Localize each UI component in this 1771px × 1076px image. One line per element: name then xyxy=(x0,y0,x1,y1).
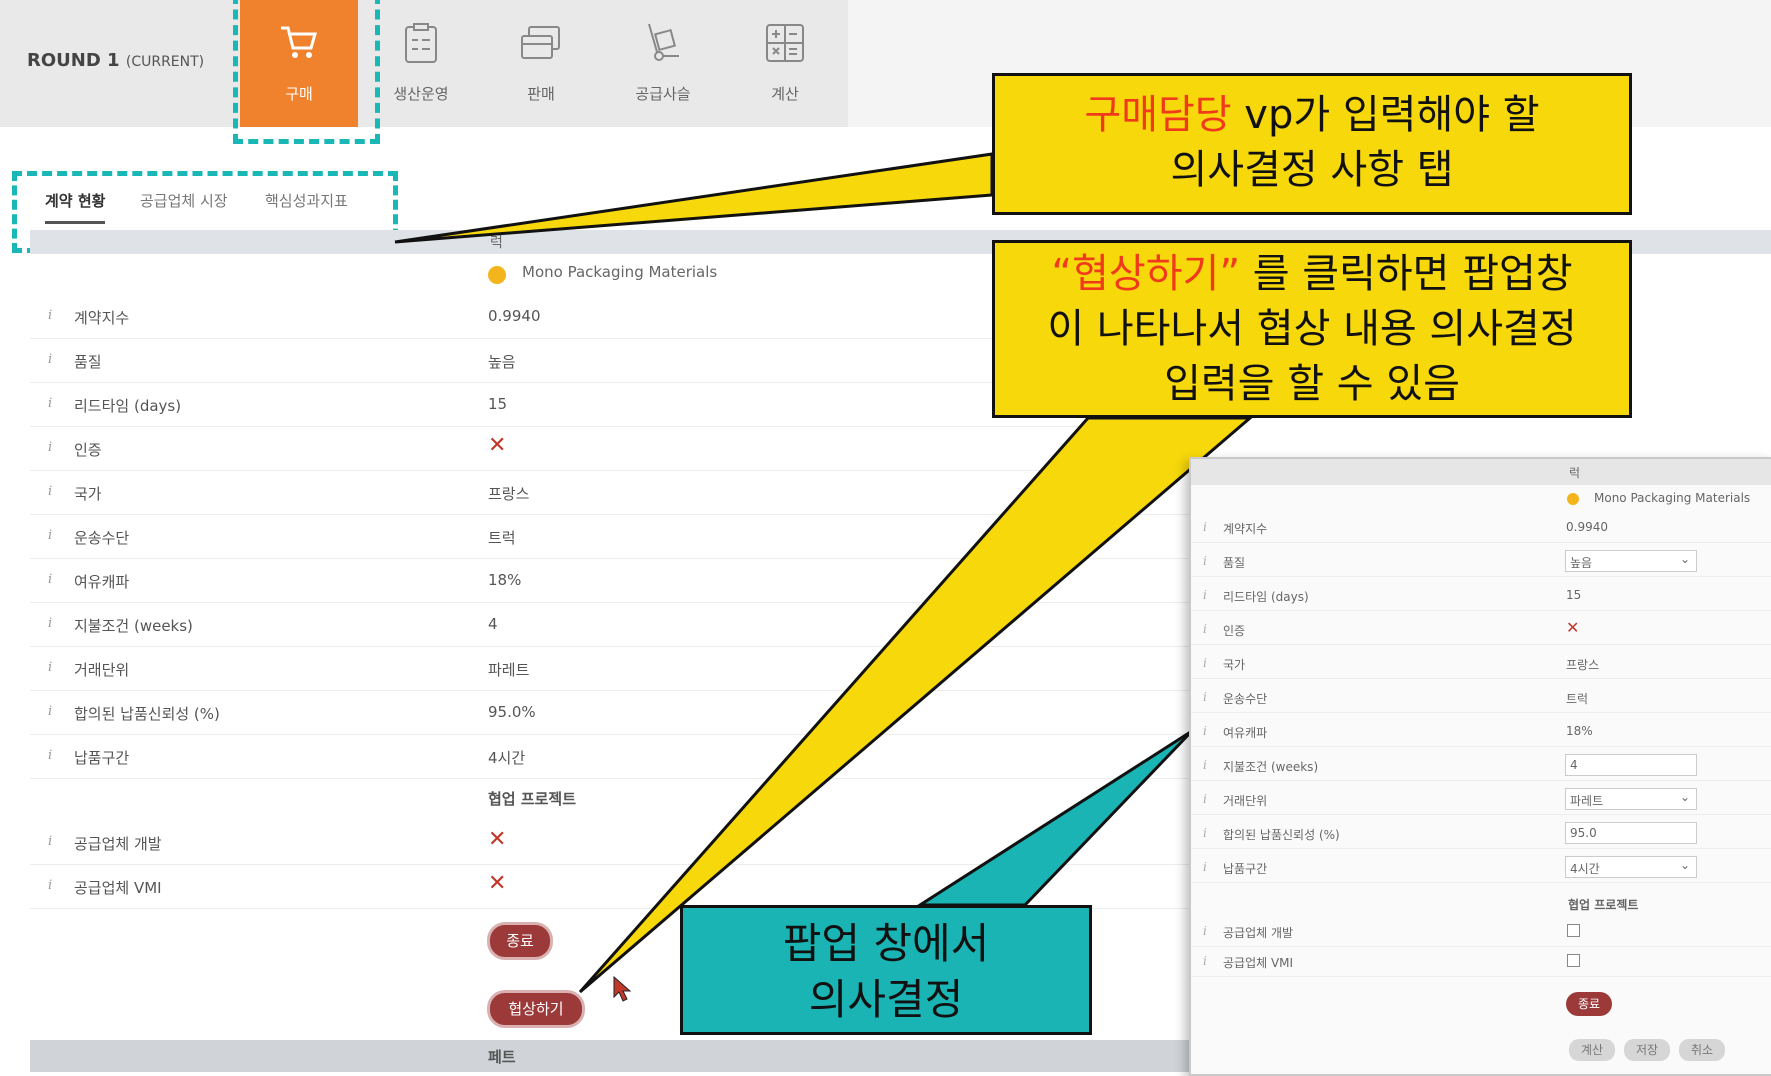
popup-save-button[interactable]: 저장 xyxy=(1624,1039,1670,1061)
popup-lightbulb-icon xyxy=(1567,493,1579,505)
popup-select[interactable]: 4시간 ⌄ xyxy=(1565,856,1697,878)
chevron-down-icon: ⌄ xyxy=(1679,552,1690,566)
popup-row-value: ✕ xyxy=(1566,618,1580,637)
popup-collab-label: 공급업체 개발 xyxy=(1223,926,1294,940)
info-icon: i xyxy=(1203,860,1207,874)
popup-row-value: 0.9940 xyxy=(1566,520,1608,534)
popup-end-button[interactable]: 종료 xyxy=(1566,992,1612,1016)
mid-callout-red: “협상하기” xyxy=(1051,251,1241,297)
top-callout: 구매담당 vp가 입력해야 할 의사결정 사항 탭 xyxy=(992,73,1632,215)
popup-row: i 인증 ✕ xyxy=(1191,614,1771,645)
popup-row-label: 리드타임 (days) xyxy=(1223,590,1309,604)
popup-row: i 납품구간 4시간 ⌄ xyxy=(1191,852,1771,883)
popup-row-value: 트럭 xyxy=(1566,692,1589,706)
chevron-down-icon: ⌄ xyxy=(1679,790,1690,804)
top-callout-red: 구매담당 xyxy=(1084,92,1232,138)
mid-callout-line3: 입력을 할 수 있음 xyxy=(1164,361,1460,407)
supplier-development-checkbox[interactable] xyxy=(1567,924,1580,937)
info-icon: i xyxy=(1203,758,1207,772)
popup-header: 럭 xyxy=(1191,459,1771,485)
info-icon: i xyxy=(1203,656,1207,670)
popup-row-label: 운송수단 xyxy=(1223,692,1268,706)
popup-row: i 계약지수 0.9940 xyxy=(1191,512,1771,543)
popup-input[interactable]: 95.0 xyxy=(1565,822,1697,844)
popup-select-value: 높음 xyxy=(1570,556,1593,570)
popup-row-value: 15 xyxy=(1566,588,1582,602)
popup-row: i 국가 프랑스 xyxy=(1191,648,1771,679)
info-icon: i xyxy=(1203,792,1207,806)
popup-row: i 거래단위 파레트 ⌄ xyxy=(1191,784,1771,815)
popup-row: i 지불조건 (weeks) 4 xyxy=(1191,750,1771,781)
info-icon: i xyxy=(1203,520,1207,534)
popup-select-value: 파레트 xyxy=(1570,794,1604,808)
popup-row: i 운송수단 트럭 xyxy=(1191,682,1771,713)
popup-collab-section-title: 협업 프로젝트 xyxy=(1568,898,1639,912)
teal-callout-line1: 팝업 창에서 xyxy=(782,919,990,968)
supplier-vmi-checkbox[interactable] xyxy=(1567,954,1580,967)
negotiation-popup: 럭 Mono Packaging Materials i 계약지수 0.9940 i 품… xyxy=(1189,457,1771,1076)
top-callout-pointer xyxy=(394,152,994,244)
mid-callout-line2: 이 나타나서 협상 내용 의사결정 xyxy=(1047,306,1577,352)
teal-callout: 팝업 창에서 의사결정 xyxy=(680,905,1092,1035)
info-icon: i xyxy=(1203,588,1207,602)
mid-callout: “협상하기” 를 클릭하면 팝업창 이 나타나서 협상 내용 의사결정 입력을 … xyxy=(992,240,1632,418)
popup-select[interactable]: 파레트 ⌄ xyxy=(1565,788,1697,810)
popup-row-label: 여유캐파 xyxy=(1223,726,1268,740)
popup-calculate-button[interactable]: 계산 xyxy=(1569,1039,1615,1061)
popup-row-label: 납품구간 xyxy=(1223,862,1268,876)
info-icon: i xyxy=(1203,724,1207,738)
popup-cancel-button[interactable]: 취소 xyxy=(1679,1039,1725,1061)
popup-row: i 여유캐파 18% xyxy=(1191,716,1771,747)
info-icon: i xyxy=(1203,554,1207,568)
popup-row-label: 품질 xyxy=(1223,556,1246,570)
popup-row-label: 계약지수 xyxy=(1223,522,1268,536)
info-icon: i xyxy=(1203,622,1207,636)
teal-callout-line2: 의사결정 xyxy=(808,975,964,1024)
popup-row-label: 합의된 납품신뢰성 (%) xyxy=(1223,828,1340,842)
popup-select[interactable]: 높음 ⌄ xyxy=(1565,550,1697,572)
teal-callout-pointer xyxy=(914,729,1194,907)
mid-callout-line1: 를 클릭하면 팝업창 xyxy=(1240,251,1573,297)
popup-row-value: 18% xyxy=(1566,724,1593,738)
popup-select-value: 4시간 xyxy=(1570,862,1600,876)
popup-collab-row: i 공급업체 개발 xyxy=(1191,916,1771,947)
popup-row: i 리드타임 (days) 15 xyxy=(1191,580,1771,611)
popup-collab-row: i 공급업체 VMI xyxy=(1191,946,1771,977)
info-icon: i xyxy=(1203,924,1207,938)
info-icon: i xyxy=(1203,690,1207,704)
popup-row-label: 거래단위 xyxy=(1223,794,1268,808)
popup-header-char: 럭 xyxy=(1569,466,1581,480)
popup-row: i 합의된 납품신뢰성 (%) 95.0 xyxy=(1191,818,1771,849)
popup-input[interactable]: 4 xyxy=(1565,754,1697,776)
chevron-down-icon: ⌄ xyxy=(1679,858,1690,872)
popup-row-label: 인증 xyxy=(1223,624,1246,638)
popup-row: i 품질 높음 ⌄ xyxy=(1191,546,1771,577)
popup-supplier-name: Mono Packaging Materials xyxy=(1594,491,1751,505)
top-callout-line2: 의사결정 사항 탭 xyxy=(1170,147,1454,193)
popup-row-label: 지불조건 (weeks) xyxy=(1223,760,1319,774)
popup-row-label: 국가 xyxy=(1223,658,1246,672)
info-icon: i xyxy=(1203,826,1207,840)
popup-row-value: 프랑스 xyxy=(1566,658,1600,672)
popup-collab-label: 공급업체 VMI xyxy=(1223,956,1294,970)
info-icon: i xyxy=(1203,954,1207,968)
top-callout-line1: vp가 입력해야 할 xyxy=(1231,92,1540,138)
